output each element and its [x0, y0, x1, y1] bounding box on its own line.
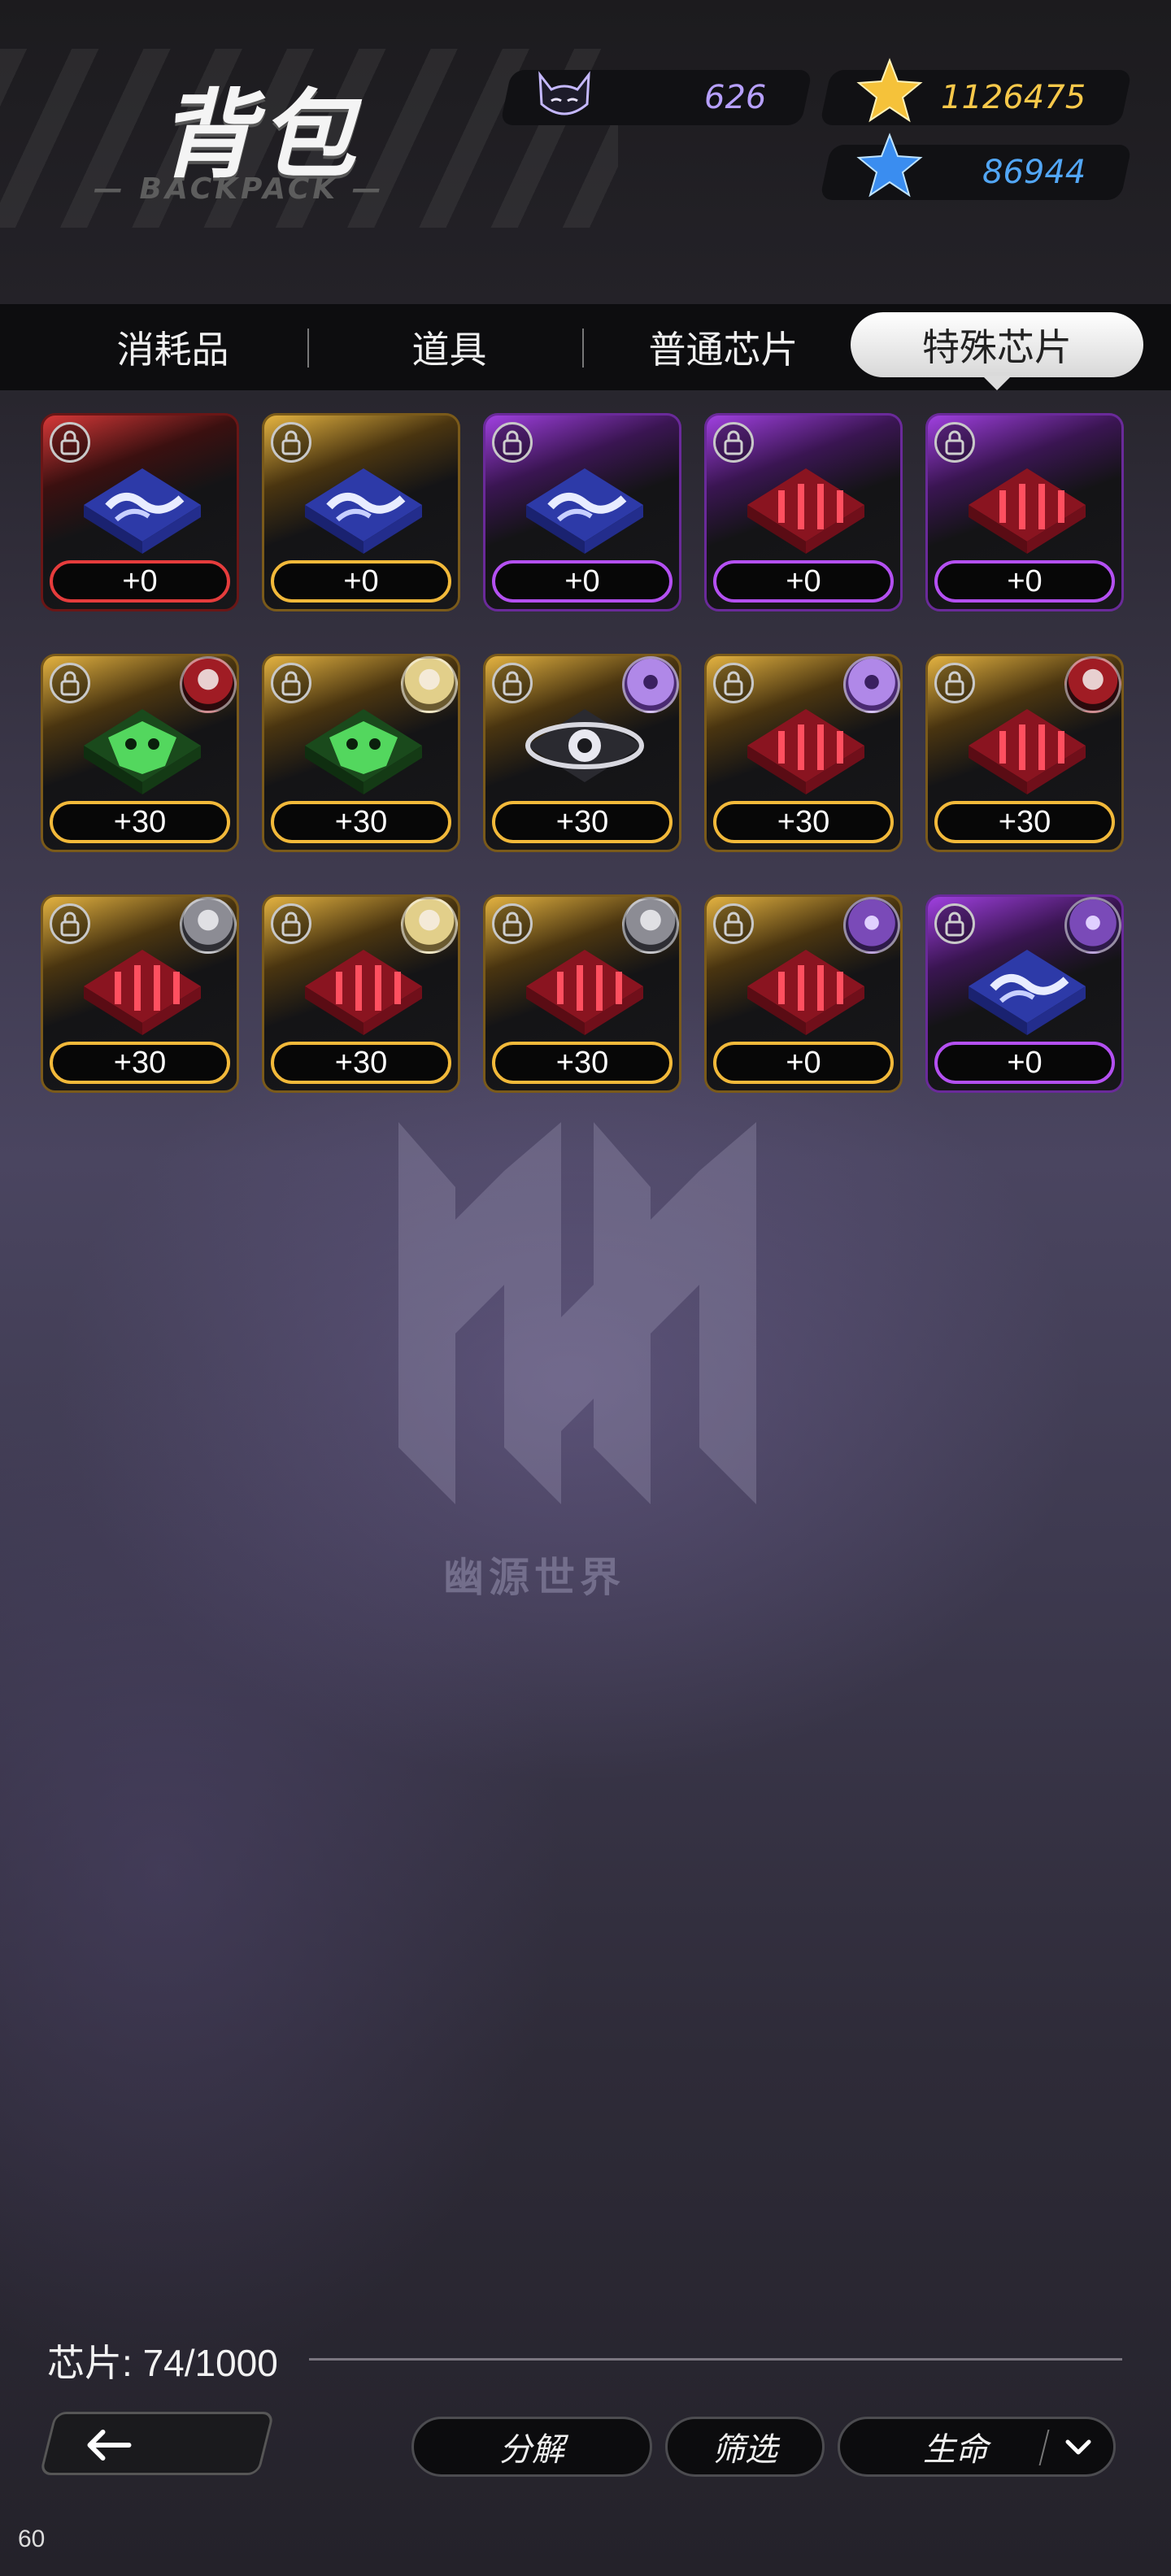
page-subtitle: — BACKPACK —	[94, 172, 385, 206]
item-card[interactable]: +0	[41, 413, 239, 611]
lock-icon[interactable]	[934, 663, 975, 703]
item-level: +0	[271, 560, 451, 603]
decompose-button[interactable]: 分解	[411, 2417, 652, 2477]
chip-capacity: 芯片: 74/1000	[47, 2334, 278, 2387]
lock-icon[interactable]	[492, 903, 533, 944]
item-level: +0	[713, 1042, 894, 1084]
lock-icon[interactable]	[934, 422, 975, 463]
character-avatar-purple-ghost	[843, 656, 900, 713]
item-card[interactable]: +0	[262, 413, 460, 611]
tab-divider	[582, 329, 584, 368]
chevron-down-icon[interactable]	[1064, 2437, 1092, 2458]
item-level: +0	[492, 560, 673, 603]
sort-dropdown-value: 生命	[923, 2431, 988, 2469]
item-card[interactable]: +0	[704, 413, 903, 611]
character-avatar-purple-mech	[1064, 897, 1121, 954]
capacity-label: 芯片:	[47, 2342, 133, 2384]
gold-star-icon	[856, 58, 923, 123]
lock-icon[interactable]	[713, 903, 754, 944]
lock-icon[interactable]	[934, 903, 975, 944]
category-tab-bar: 消耗品 道具 普通芯片 特殊芯片	[0, 304, 1171, 390]
item-card[interactable]: +30	[483, 654, 681, 852]
tab-normal-chips[interactable]: 普通芯片	[612, 304, 835, 390]
item-card[interactable]: +30	[41, 894, 239, 1093]
watermark-text: 幽源世界	[443, 1554, 625, 1601]
lock-icon[interactable]	[50, 422, 90, 463]
item-level: +30	[50, 801, 230, 843]
lock-icon[interactable]	[713, 663, 754, 703]
filter-button[interactable]: 筛选	[665, 2417, 825, 2477]
tab-consumables[interactable]: 消耗品	[65, 304, 281, 390]
item-level: +0	[713, 560, 894, 603]
lock-icon[interactable]	[271, 422, 311, 463]
capacity-divider	[309, 2358, 1122, 2361]
item-level: +0	[934, 1042, 1115, 1084]
item-card[interactable]: +30	[483, 894, 681, 1093]
tab-special-chips[interactable]: 特殊芯片	[851, 312, 1143, 377]
item-level: +30	[271, 801, 451, 843]
bars-chip-icon	[969, 468, 1086, 554]
tab-props[interactable]: 道具	[342, 304, 557, 390]
cat-token-value: 626	[703, 79, 766, 116]
lock-icon[interactable]	[713, 422, 754, 463]
character-avatar-red	[180, 656, 237, 713]
item-card[interactable]: +30	[262, 654, 460, 852]
wave-chip-icon	[305, 468, 422, 554]
bars-chip-icon	[747, 468, 864, 554]
back-button[interactable]	[39, 2412, 275, 2475]
character-avatar-grey	[180, 897, 237, 954]
item-level: +0	[934, 560, 1115, 603]
lock-icon[interactable]	[271, 903, 311, 944]
item-card[interactable]: +0	[925, 894, 1124, 1093]
character-avatar-red	[1064, 656, 1121, 713]
back-arrow-icon	[87, 2430, 132, 2461]
game-logo-watermark	[398, 1122, 756, 1504]
item-card[interactable]: +30	[262, 894, 460, 1093]
wave-chip-icon	[526, 468, 643, 554]
lock-icon[interactable]	[50, 663, 90, 703]
item-card[interactable]: +30	[41, 654, 239, 852]
item-card[interactable]: +0	[925, 413, 1124, 611]
lock-icon[interactable]	[50, 903, 90, 944]
character-avatar-purple-mech	[843, 897, 900, 954]
gold-star-value: 1126475	[940, 79, 1086, 116]
item-card[interactable]: +30	[704, 654, 903, 852]
item-level: +30	[492, 1042, 673, 1084]
sort-dropdown[interactable]: 生命	[838, 2417, 1116, 2477]
item-card[interactable]: +0	[704, 894, 903, 1093]
wave-chip-icon	[84, 468, 201, 554]
blue-star-icon	[856, 133, 923, 198]
character-avatar-blonde	[401, 897, 458, 954]
item-level: +30	[271, 1042, 451, 1084]
cat-face-icon	[538, 71, 590, 115]
active-tab-pointer	[982, 376, 1012, 390]
character-avatar-purple-ghost	[622, 656, 679, 713]
item-level: +30	[934, 801, 1115, 843]
blue-star-value: 86944	[982, 154, 1086, 191]
item-card[interactable]: +0	[483, 413, 681, 611]
item-level: +0	[50, 560, 230, 603]
fps-counter: 60	[18, 2526, 46, 2552]
character-avatar-blonde	[401, 656, 458, 713]
lock-icon[interactable]	[492, 663, 533, 703]
lock-icon[interactable]	[271, 663, 311, 703]
item-level: +30	[492, 801, 673, 843]
item-level: +30	[713, 801, 894, 843]
item-card[interactable]: +30	[925, 654, 1124, 852]
lock-icon[interactable]	[492, 422, 533, 463]
tab-divider	[307, 329, 309, 368]
capacity-value: 74/1000	[142, 2342, 278, 2384]
character-avatar-grey	[622, 897, 679, 954]
item-level: +30	[50, 1042, 230, 1084]
